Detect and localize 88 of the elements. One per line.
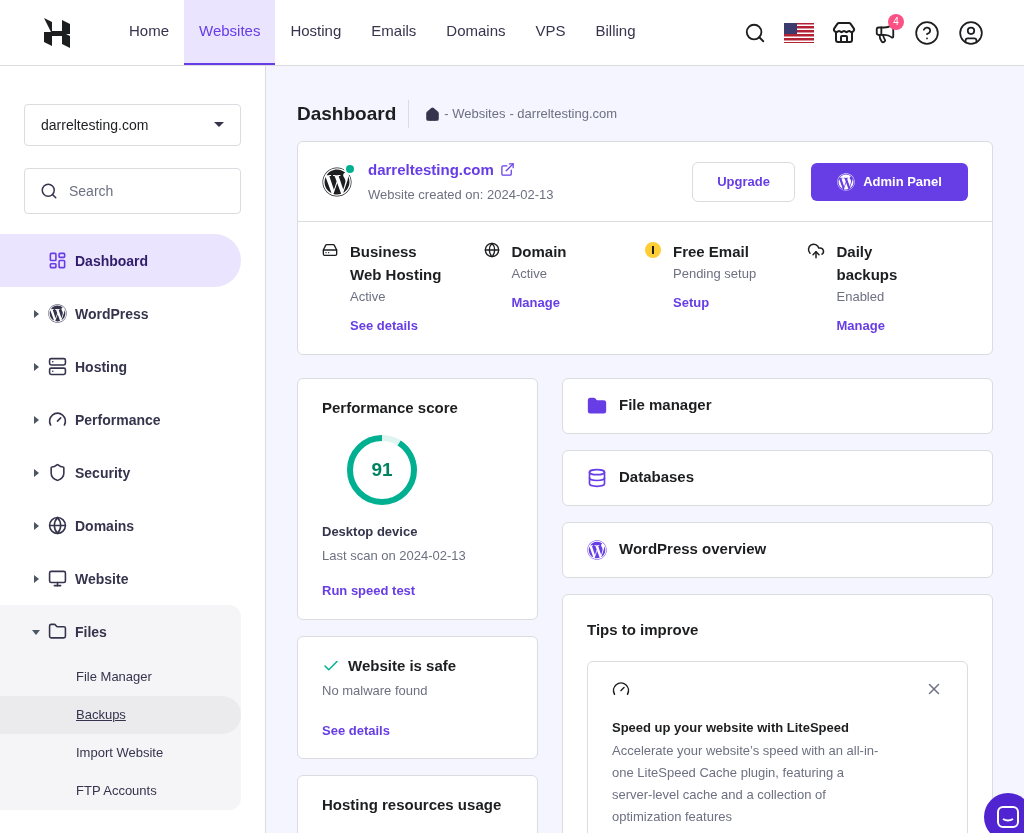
service-status: Enabled bbox=[836, 288, 886, 306]
nav-tab[interactable]: Emails bbox=[356, 0, 432, 65]
server-icon bbox=[322, 242, 338, 258]
site-select[interactable]: darreltesting.com bbox=[24, 104, 241, 146]
card-title: Hosting resources usage bbox=[322, 795, 503, 815]
service-link[interactable]: Manage bbox=[511, 293, 612, 313]
sidebar-item[interactable]: WordPress bbox=[0, 287, 241, 340]
caret-icon bbox=[32, 309, 40, 318]
upgrade-button[interactable]: Upgrade bbox=[692, 161, 795, 202]
database-icon bbox=[587, 467, 607, 488]
wordpress-icon bbox=[322, 166, 352, 197]
device-label: Desktop device bbox=[322, 523, 419, 541]
shortcut-card[interactable]: File manager bbox=[562, 377, 993, 434]
sidebar-subitem[interactable]: File Manager bbox=[0, 658, 241, 696]
chat-icon bbox=[997, 806, 1019, 828]
nav-tab[interactable]: VPS bbox=[520, 0, 581, 65]
service-status: Active bbox=[350, 288, 387, 306]
nav-tab[interactable]: Domains bbox=[431, 0, 521, 65]
caret-icon bbox=[32, 468, 40, 477]
caret-icon bbox=[32, 521, 40, 530]
card-title: Tips to improve bbox=[587, 619, 700, 640]
breadcrumb-link[interactable]: - Websites bbox=[444, 104, 506, 124]
sidebar-item[interactable]: Domains bbox=[0, 499, 241, 552]
tip-text: server-level cache and a collection of bbox=[612, 785, 827, 804]
admin-panel-button[interactable]: Admin Panel bbox=[811, 162, 968, 201]
speedometer-icon bbox=[612, 680, 630, 698]
help-icon[interactable] bbox=[914, 19, 940, 46]
wordpress-icon bbox=[837, 172, 856, 191]
account-icon[interactable] bbox=[958, 19, 984, 46]
service-link[interactable]: Manage bbox=[836, 316, 937, 336]
search-icon bbox=[40, 182, 58, 200]
breadcrumb-link[interactable]: - darreltesting.com bbox=[509, 104, 618, 124]
nav-tab[interactable]: Hosting bbox=[275, 0, 357, 65]
service-title: Free Email bbox=[673, 242, 750, 262]
service-link[interactable]: Setup bbox=[673, 293, 773, 313]
service-status: Pending setup bbox=[673, 265, 758, 283]
sidebar-subitem[interactable]: Backups bbox=[0, 696, 241, 734]
sidebar-item[interactable]: Files bbox=[0, 605, 241, 658]
created-date: Website created on: 2024-02-13 bbox=[368, 186, 554, 204]
score-value: 91 bbox=[371, 459, 393, 481]
notification-badge: 4 bbox=[888, 13, 904, 30]
dropdown-icon bbox=[214, 122, 224, 128]
tip-text: Accelerate your website’s speed with an all-in- bbox=[612, 741, 880, 760]
logo-icon[interactable] bbox=[44, 17, 70, 48]
search-field[interactable]: Search bbox=[24, 168, 241, 214]
last-scan: Last scan on 2024-02-13 bbox=[322, 546, 467, 565]
nav-tab[interactable]: Billing bbox=[580, 0, 651, 65]
globe-icon bbox=[483, 242, 500, 258]
run-speed-test-link[interactable]: Run speed test bbox=[322, 581, 513, 601]
service-title: Domain bbox=[511, 242, 568, 262]
nav-tab[interactable]: Websites bbox=[184, 0, 276, 65]
cloud-upload-icon bbox=[806, 242, 825, 260]
sidebar-item[interactable]: Website bbox=[0, 552, 241, 605]
tip-text: one LiteSpeed Cache plugin, featuring a bbox=[612, 763, 845, 782]
sidebar-item[interactable]: Hosting bbox=[0, 340, 241, 393]
nav-tab[interactable]: Home bbox=[114, 0, 184, 65]
sidebar-subitem[interactable]: Import Website bbox=[0, 734, 241, 772]
service-status: Active bbox=[511, 265, 548, 283]
search-icon[interactable] bbox=[744, 21, 766, 44]
home-icon[interactable] bbox=[425, 106, 441, 122]
domain-link[interactable]: darreltesting.com bbox=[368, 158, 494, 181]
card-title: Website is safe bbox=[348, 655, 457, 676]
shortcut-card[interactable]: Databases bbox=[562, 449, 993, 506]
service-title: Business Web Hosting bbox=[350, 242, 443, 285]
flag-icon[interactable] bbox=[784, 22, 814, 43]
sidebar-item[interactable]: Dashboard bbox=[0, 234, 241, 287]
page-title: Dashboard bbox=[297, 99, 410, 129]
sidebar-item[interactable]: Security bbox=[0, 446, 241, 499]
caret-icon bbox=[32, 574, 40, 583]
shortcut-card[interactable]: WordPress overview bbox=[562, 521, 993, 578]
caret-icon bbox=[32, 627, 40, 636]
service-title: Daily backups bbox=[836, 242, 899, 285]
caret-icon bbox=[32, 362, 40, 371]
folder-icon bbox=[587, 395, 607, 416]
score-ring bbox=[347, 435, 417, 505]
see-details-link[interactable]: See details bbox=[322, 720, 513, 740]
caret-icon bbox=[32, 415, 40, 424]
card-title: Performance score bbox=[322, 397, 459, 418]
sidebar-item[interactable]: Performance bbox=[0, 393, 241, 446]
tip-title: Speed up your website with LiteSpeed bbox=[612, 719, 850, 737]
store-icon[interactable] bbox=[832, 20, 856, 45]
sidebar-subitem[interactable]: FTP Accounts bbox=[0, 772, 241, 810]
malware-status: No malware found bbox=[322, 682, 429, 700]
wordpress-icon bbox=[587, 539, 607, 560]
warning-icon bbox=[645, 242, 661, 258]
external-link-icon[interactable] bbox=[499, 162, 515, 178]
tip-text: optimization features bbox=[612, 807, 733, 826]
service-link[interactable]: See details bbox=[350, 316, 450, 336]
